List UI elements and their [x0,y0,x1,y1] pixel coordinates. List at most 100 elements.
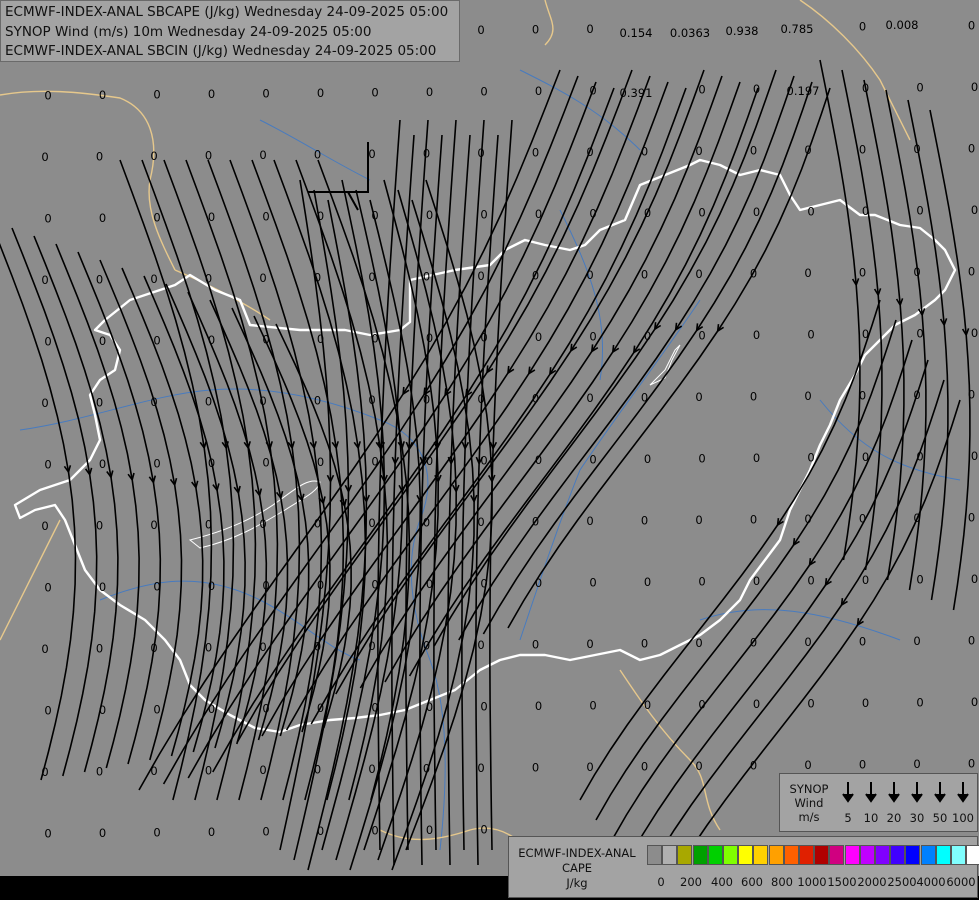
cin-value-label: 0 [371,578,378,592]
weather-map[interactable]: 0 0 0 0 0 0 0 0 0 0 0 0 0 0 0 0 0 0 0 0 0 0 0 0 0 0 0 0 0 0 0 0 0 0 0 0 0 0 0 0… [0,0,979,876]
cin-value-label: 0 [916,81,923,95]
cin-value-label: 0 [44,335,51,349]
cin-value-label: 0 [698,575,705,589]
cin-value-label: 0 [532,23,539,37]
cin-value-label: 0 [862,204,869,218]
cin-value-label: 0 [807,451,814,465]
cin-value-label: 0 [317,209,324,223]
cape-legend-title-line: CAPE [561,861,593,875]
cin-value-label: 0 [99,334,106,348]
cin-value-label: 0 [44,458,51,472]
cin-value-label: 0 [96,765,103,779]
cin-value-label: 0 [589,453,596,467]
cin-value-label: 0 [423,762,430,776]
cin-value-label: 0 [314,148,321,162]
cin-value-label: 0 [314,394,321,408]
cin-value-label: 0 [317,86,324,100]
cin-value-label: 0 [862,450,869,464]
cin-value-label: 0 [535,576,542,590]
wind-speed-label: 10 [863,811,879,825]
cin-value-label: 0 [695,636,702,650]
cin-value-label: 0 [971,326,978,340]
cin-value-label: 0 [859,20,866,34]
cin-value-label: 0 [913,142,920,156]
cin-value-label: 0.938 [726,24,759,38]
wind-legend-title-line: Wind [794,796,824,810]
cin-value-label: 0 [698,452,705,466]
cape-color-swatch [647,845,662,865]
cin-value-label: 0 [804,389,811,403]
cin-value-label: 0 [916,327,923,341]
cape-color-swatch [935,845,951,865]
cin-value-label: 0 [477,269,484,283]
cape-color-swatch [783,845,799,865]
cin-value-label: 0 [44,89,51,103]
wind-speed-label: 20 [886,811,902,825]
cin-value-label: 0 [589,699,596,713]
cin-value-label: 0 [208,579,215,593]
wind-speed-label: 50 [932,811,948,825]
cape-tick-label: 0 [657,875,665,889]
cin-value-label: 0 [426,454,433,468]
cin-value-label: 0 [532,761,539,775]
cin-value-label: 0 [259,271,266,285]
cin-value-label: 0 [535,84,542,98]
cin-value-label: 0 [586,391,593,405]
cin-value-label: 0 [208,702,215,716]
cin-value-label: 0 [368,147,375,161]
cin-value-label: 0 [423,516,430,530]
cin-value-label: 0 [698,698,705,712]
cin-value-label: 0 [423,639,430,653]
cape-color-swatch [814,845,830,865]
cin-value-label: 0 [426,85,433,99]
cin-value-label: 0 [477,515,484,529]
cin-value-label: 0 [371,455,378,469]
cape-color-swatch [890,845,906,865]
cape-legend-title: ECMWF-INDEX-ANAL CAPE J/kg [513,846,641,891]
cin-value-label: 0 [96,396,103,410]
cin-value-label: 0 [586,760,593,774]
cin-value-label: 0 [44,581,51,595]
cin-value-label: 0 [41,273,48,287]
cin-value-label: 0 [695,144,702,158]
cin-value-label: 0 [750,144,757,158]
cape-color-swatch [692,845,708,865]
cape-color-swatch [799,845,814,865]
cape-tick-label: 2000 [857,875,887,889]
cin-value-label: 0 [859,635,866,649]
wind-speed-label: 30 [909,811,925,825]
cin-value-label: 0 [695,267,702,281]
cin-value-label: 0 [807,328,814,342]
cin-value-label: 0 [968,388,975,402]
cape-color-swatch [662,845,678,865]
cin-value-label: 0 [750,390,757,404]
cape-color-swatch [768,845,784,865]
cape-color-swatch [966,845,979,865]
cin-value-label: 0 [368,270,375,284]
cin-value-label: 0 [480,454,487,468]
cin-value-label: 0 [862,696,869,710]
cin-value-label: 0 [535,207,542,221]
cin-value-label: 0 [317,701,324,715]
cape-legend-unit: J/kg [566,876,588,890]
cin-value-label: 0 [698,206,705,220]
cin-value-label: 0 [589,84,596,98]
cin-value-label: 0 [262,87,269,101]
cape-tick-label: 600 [741,875,763,889]
cin-value-label: 0 [150,641,157,655]
cin-value-label: 0 [916,204,923,218]
cape-color-swatch [920,845,936,865]
cin-value-label: 0 [480,85,487,99]
cape-color-swatch [951,845,966,865]
cin-value-label: 0 [753,205,760,219]
cin-value-label: 0 [153,88,160,102]
cin-value-label: 0 [804,143,811,157]
cin-value-label: 0 [968,757,975,771]
cin-value-label: 0 [208,210,215,224]
cape-color-swatch [859,845,875,865]
cin-value-label: 0 [698,83,705,97]
cin-value-label: 0 [41,642,48,656]
cape-color-swatch [738,845,754,865]
cin-value-label: 0 [750,267,757,281]
cape-tick-label: 200 [680,875,702,889]
